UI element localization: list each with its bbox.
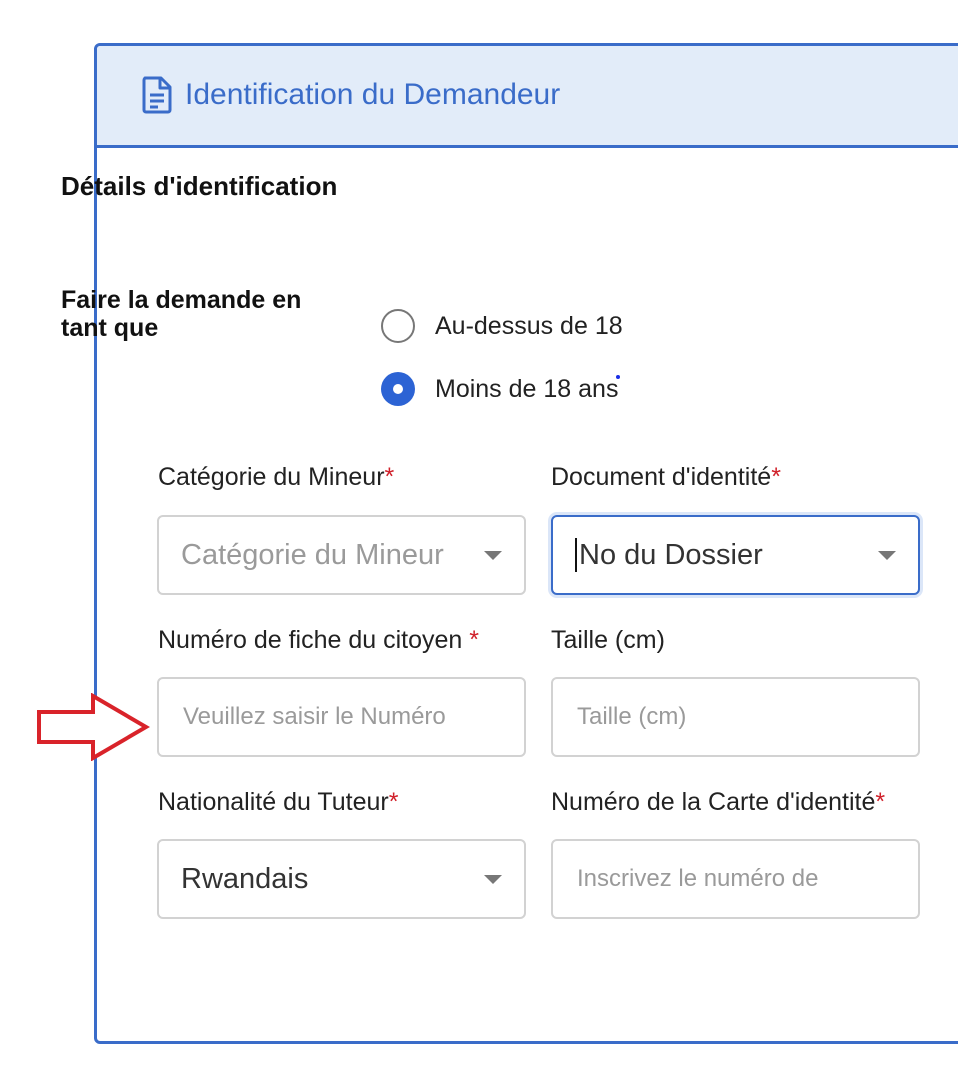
radio-label-under-18: Moins de 18 ans (435, 374, 619, 403)
text-cursor (575, 538, 577, 572)
apply-as-label: Faire la demande en tant que (61, 286, 302, 342)
annotation-arrow-icon (37, 693, 150, 761)
stray-dot (616, 375, 620, 379)
minor-category-select[interactable]: Catégorie du Mineur (157, 515, 526, 595)
minor-category-placeholder: Catégorie du Mineur (181, 538, 444, 571)
card-header: Identification du Demandeur (97, 46, 958, 148)
height-label: Taille (cm) (551, 626, 665, 654)
radio-label-above-18: Au-dessus de 18 (435, 311, 623, 340)
chevron-down-icon (878, 550, 896, 560)
id-card-number-label: Numéro de la Carte d'identité* (551, 788, 886, 816)
guardian-nationality-label: Nationalité du Tuteur* (158, 788, 399, 816)
chevron-down-icon (484, 874, 502, 884)
minor-category-label: Catégorie du Mineur* (158, 463, 395, 491)
guardian-nationality-value: Rwandais (181, 862, 309, 895)
radio-button-unchecked[interactable] (381, 309, 415, 343)
id-document-select[interactable]: No du Dossier (551, 515, 920, 595)
guardian-nationality-select[interactable]: Rwandais (157, 839, 526, 919)
radio-button-checked[interactable] (381, 372, 415, 406)
id-card-number-input[interactable] (551, 839, 920, 919)
section-title: Détails d'identification (61, 171, 338, 201)
card-title: Identification du Demandeur (185, 78, 561, 111)
id-document-label: Document d'identité* (551, 463, 781, 491)
id-document-value: No du Dossier (579, 538, 763, 571)
citizen-record-label: Numéro de fiche du citoyen * (158, 626, 480, 654)
radio-option-above-18[interactable]: Au-dessus de 18 (381, 309, 623, 343)
radio-option-under-18[interactable]: Moins de 18 ans (381, 372, 618, 406)
chevron-down-icon (484, 550, 502, 560)
document-icon (142, 76, 172, 114)
height-input[interactable] (551, 677, 920, 757)
citizen-record-input[interactable] (157, 677, 526, 757)
